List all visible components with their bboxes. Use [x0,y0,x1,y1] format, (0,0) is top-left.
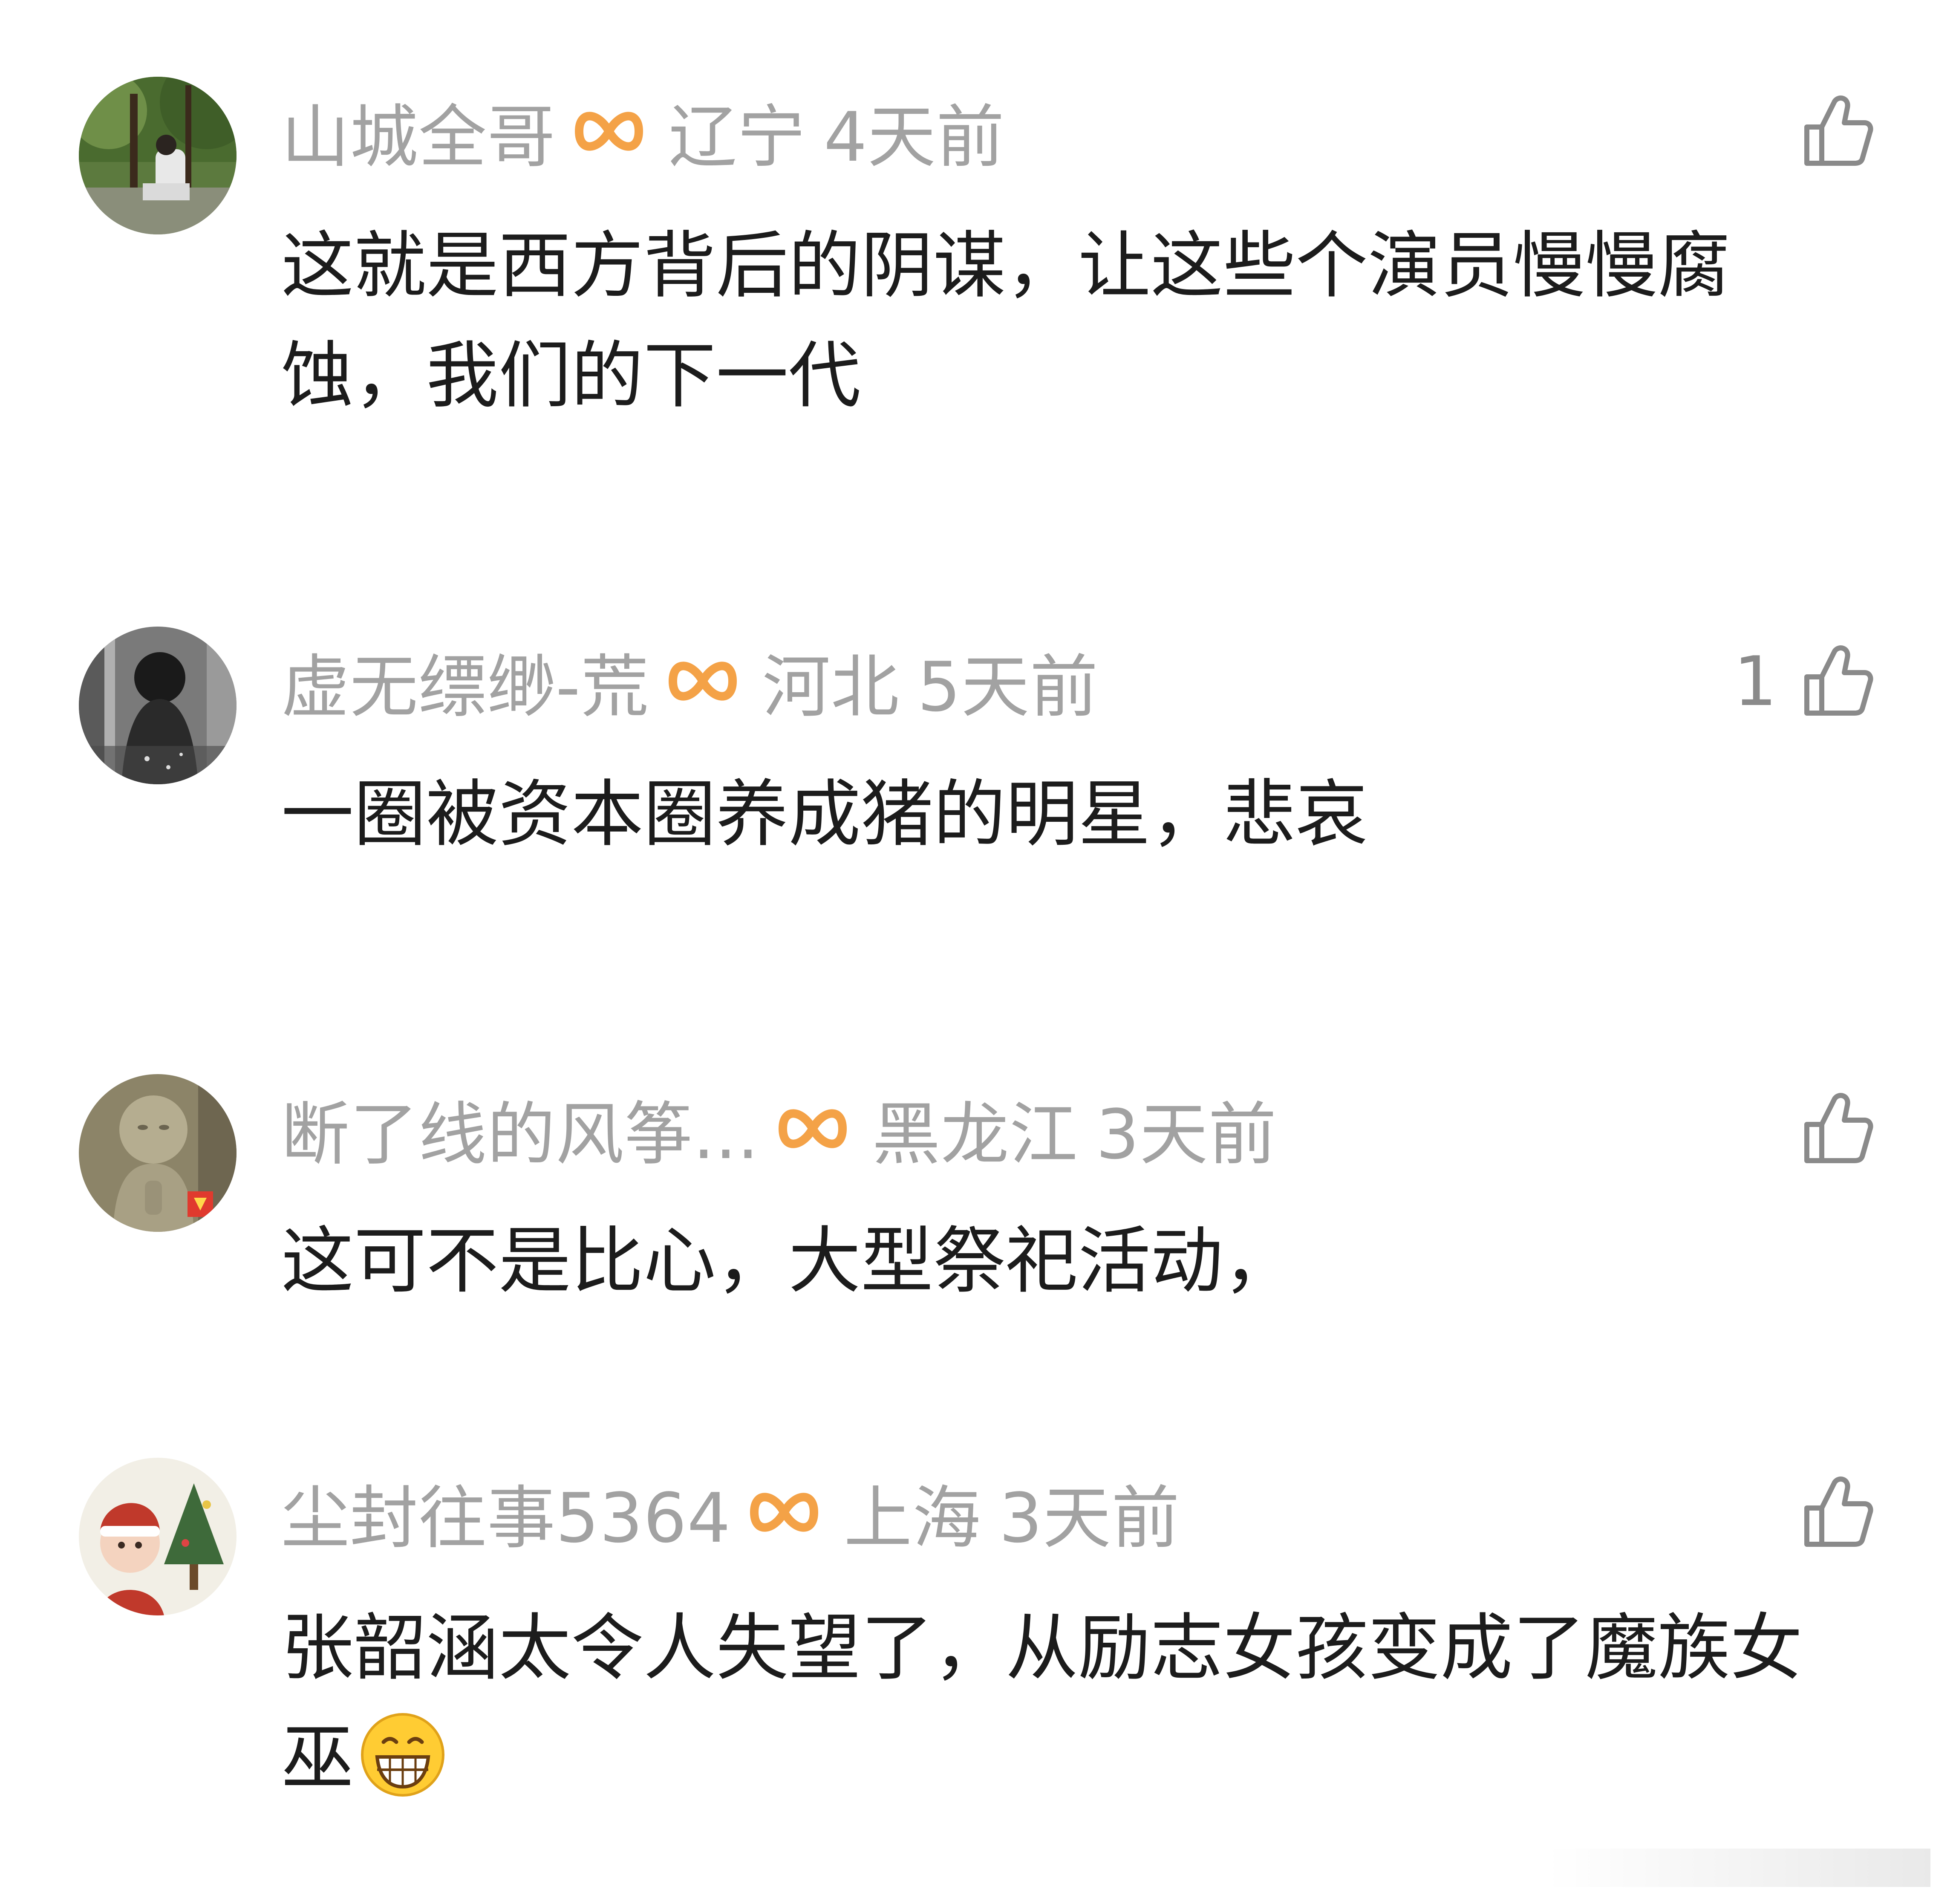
time: 3天前 [999,1478,1180,1558]
comment-text: 张韶涵太令人失望了，从励志女孩变成了魔族女巫 [281,1593,1867,1813]
comment-text: 这可不是比心，大型祭祀活动， [281,1219,1296,1303]
like-button[interactable]: 1 [1734,639,1875,724]
time: 4天前 [824,97,1005,177]
vip-infinity-icon [748,1487,820,1538]
location: 河北 [762,647,900,727]
avatar[interactable] [79,77,237,234]
like-button[interactable] [1777,1470,1875,1555]
username[interactable]: 虚无缥缈-荒 [281,632,649,731]
thumbs-up-icon[interactable] [1798,643,1875,719]
time: 3天前 [1096,1095,1277,1174]
grin-emoji-icon [358,1708,447,1797]
location: 辽宁 [669,97,806,177]
avatar[interactable] [79,1458,237,1615]
comment-text: 一圈被资本圈养成猪的明星，悲哀 [281,772,1368,857]
thumbs-up-icon[interactable] [1798,1474,1875,1551]
watermark [1547,1849,1930,1887]
comment-meta: 尘封往事5364 上海 3天前 [281,1470,1180,1558]
comment-meta: 断了线的风筝... 黑龙江 3天前 [281,1086,1277,1174]
username[interactable]: 断了线的风筝... [281,1079,759,1178]
like-button[interactable] [1777,1086,1875,1171]
thumbs-up-icon[interactable] [1798,93,1875,170]
vip-infinity-icon [573,106,645,157]
username[interactable]: 尘封往事5364 [281,1463,731,1562]
comment-meta: 山城全哥 辽宁 4天前 [281,89,1005,177]
thumbs-up-icon[interactable] [1798,1090,1875,1167]
like-count: 1 [1734,641,1777,721]
location: 黑龙江 [872,1095,1078,1174]
time: 5天前 [917,647,1099,727]
location: 上海 [844,1478,981,1558]
comment-meta: 虚无缥缈-荒 河北 5天前 [281,639,1099,727]
comment-text-content: 张韶涵太令人失望了，从励志女孩变成了魔族女巫 [281,1606,1803,1800]
vip-infinity-icon [776,1103,849,1154]
vip-infinity-icon [666,656,739,707]
comment-text: 这就是西方背后的阴谋，让这些个演员慢慢腐蚀，我们的下一代 [281,224,1731,418]
avatar[interactable] [79,1074,237,1232]
like-button[interactable] [1777,89,1875,174]
avatar[interactable] [79,627,237,784]
username[interactable]: 山城全哥 [281,82,556,181]
